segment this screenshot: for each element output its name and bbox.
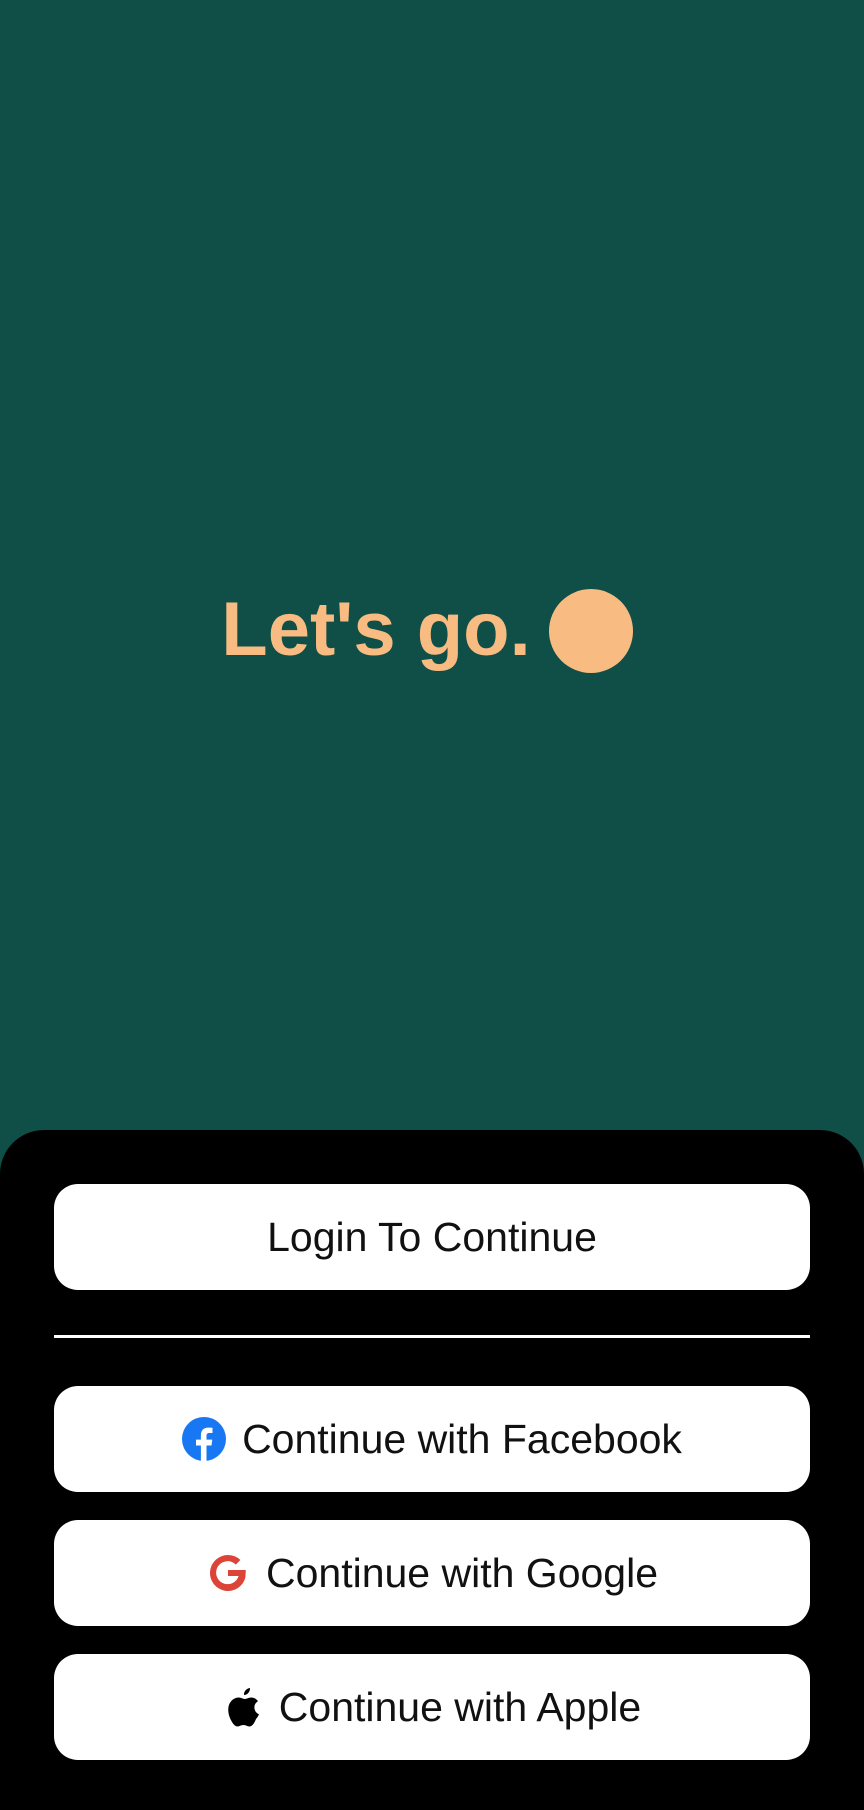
headline: Let's go. [221,587,531,672]
google-button[interactable]: Continue with Google [54,1520,810,1626]
google-icon [206,1551,250,1595]
accent-dot [548,589,633,673]
google-button-label: Continue with Google [265,1549,659,1596]
hero: Let's go. [0,585,864,675]
auth-sheet: Login To Continue Continue with Facebook… [0,1130,864,1810]
apple-icon [223,1684,263,1730]
apple-button[interactable]: Continue with Apple [54,1654,810,1760]
facebook-icon [182,1417,227,1461]
facebook-button-label: Continue with Facebook [242,1415,682,1462]
apple-button-label: Continue with Apple [278,1683,642,1730]
login-button[interactable]: Login To Continue [54,1184,810,1290]
welcome-screen: Let's go. Login To Continue Continue wit… [0,0,864,1810]
login-button-label: Login To Continue [267,1213,597,1260]
facebook-button[interactable]: Continue with Facebook [54,1386,810,1492]
divider [54,1335,810,1338]
